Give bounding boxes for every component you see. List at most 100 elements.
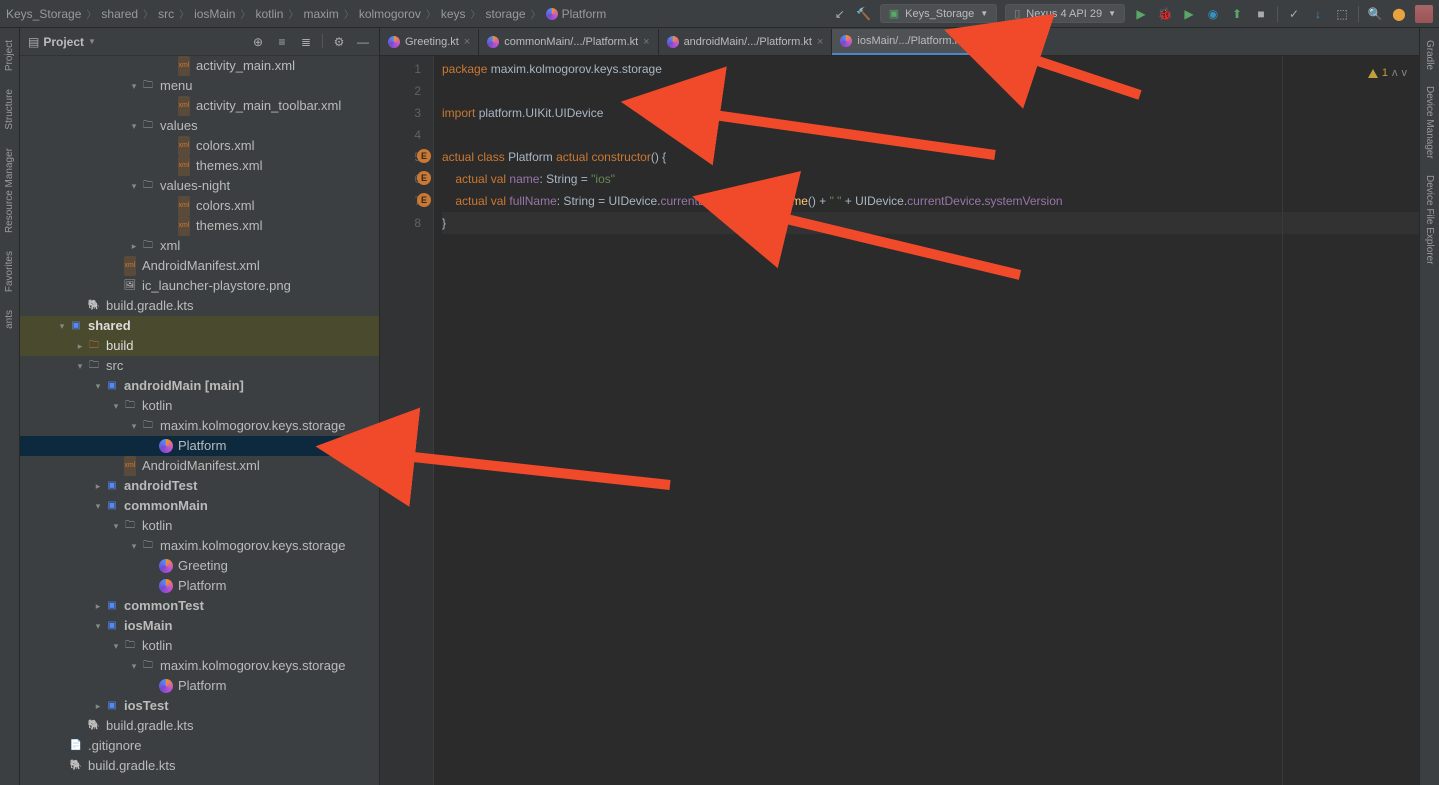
code-area[interactable]: 1 2 3 4 5E 6E 7E 8 package maxim.kolmogo… [380,56,1419,785]
tree-row[interactable]: Platform [20,676,379,696]
tree-row[interactable]: 🐘build.gradle.kts [20,756,379,776]
expand-icon[interactable]: ▸ [92,696,104,716]
expand-icon[interactable]: ▾ [110,396,122,416]
close-icon[interactable]: × [968,35,974,47]
expand-icon[interactable]: ▾ [128,416,140,436]
expand-icon[interactable]: ▾ [92,376,104,396]
hide-icon[interactable]: — [355,34,371,50]
editor-tab[interactable]: androidMain/.../Platform.kt× [659,29,833,55]
expand-icon[interactable]: ▸ [128,236,140,256]
tree-row[interactable]: Platform [20,436,379,456]
rail-tab[interactable]: Project [2,32,17,79]
locate-icon[interactable]: ⊕ [250,34,266,50]
tree-row[interactable]: xmlcolors.xml [20,136,379,156]
update-icon[interactable]: ↓ [1310,6,1326,22]
tree-row[interactable]: xmlactivity_main_toolbar.xml [20,96,379,116]
inspection-indicator[interactable]: 1 ʌ v [1368,62,1407,84]
tree-row[interactable]: Greeting [20,556,379,576]
editor-tab[interactable]: commonMain/.../Platform.kt× [479,29,658,55]
tree-row[interactable]: ▸▣commonTest [20,596,379,616]
run-config-selector[interactable]: ▣ Keys_Storage ▼ [880,4,997,23]
breadcrumb-item[interactable]: src [158,7,174,21]
stop-icon[interactable]: ■ [1253,6,1269,22]
expand-icon[interactable]: ▾ [128,76,140,96]
tree-row[interactable]: ▾▣androidMain [main] [20,376,379,396]
profiler-icon[interactable]: ◉ [1205,6,1221,22]
tree-row[interactable]: ▸▣iosTest [20,696,379,716]
rail-tab[interactable]: Gradle [1422,32,1437,78]
expand-icon[interactable]: ▾ [128,536,140,556]
rail-tab[interactable]: ants [2,302,17,337]
tree-row[interactable]: ▾🗀maxim.kolmogorov.keys.storage [20,656,379,676]
settings-icon[interactable]: ⬤ [1391,6,1407,22]
expand-icon[interactable]: ▾ [110,636,122,656]
rail-tab[interactable]: Favorites [2,243,17,300]
tree-row[interactable]: ▾▣iosMain [20,616,379,636]
coverage-icon[interactable]: ▶ [1181,6,1197,22]
tree-row[interactable]: ▾🗀menu [20,76,379,96]
project-tree[interactable]: xmlactivity_main.xml▾🗀menuxmlactivity_ma… [20,56,379,785]
tree-row[interactable]: 🐘build.gradle.kts [20,716,379,736]
box-icon[interactable]: ⬚ [1334,6,1350,22]
tree-row[interactable]: ▾🗀maxim.kolmogorov.keys.storage [20,416,379,436]
expand-icon[interactable]: ≡ [274,34,290,50]
prev-icon[interactable]: ʌ [1392,62,1398,84]
rail-tab[interactable]: Device File Explorer [1422,167,1437,272]
attach-icon[interactable]: ⬆ [1229,6,1245,22]
tree-row[interactable]: ▾🗀maxim.kolmogorov.keys.storage [20,536,379,556]
expect-badge-icon[interactable]: E [417,149,431,163]
tree-row[interactable]: xmlactivity_main.xml [20,56,379,76]
expand-icon[interactable]: ▾ [74,356,86,376]
chevron-down-icon[interactable]: ▼ [88,37,96,46]
breadcrumb-item[interactable]: Platform [546,7,607,21]
close-icon[interactable]: × [464,36,470,48]
expand-icon[interactable]: ▾ [56,316,68,336]
commit-icon[interactable]: ✓ [1286,6,1302,22]
tree-row[interactable]: 🐘build.gradle.kts [20,296,379,316]
expect-badge-icon[interactable]: E [417,193,431,207]
tree-row[interactable]: Platform [20,576,379,596]
tree-row[interactable]: ▸▣androidTest [20,476,379,496]
breadcrumb-item[interactable]: kotlin [255,7,283,21]
tree-row[interactable]: ▾🗀values-night [20,176,379,196]
expand-icon[interactable]: ▾ [92,496,104,516]
breadcrumb-item[interactable]: kolmogorov [359,7,421,21]
rail-tab[interactable]: Structure [2,81,17,138]
expand-icon[interactable]: ▾ [128,656,140,676]
tree-row[interactable]: ▾🗀values [20,116,379,136]
tree-row[interactable]: ▾▣commonMain [20,496,379,516]
tree-row[interactable]: xmlthemes.xml [20,156,379,176]
tree-row[interactable]: ▸🗀xml [20,236,379,256]
expand-icon[interactable]: ▾ [92,616,104,636]
next-icon[interactable]: v [1402,62,1408,84]
breadcrumb-item[interactable]: iosMain [194,7,235,21]
hammer-icon[interactable]: 🔨 [856,6,872,22]
expand-icon[interactable]: ▸ [74,336,86,356]
search-icon[interactable]: 🔍 [1367,6,1383,22]
breadcrumb-item[interactable]: Keys_Storage [6,7,81,21]
code-content[interactable]: package maxim.kolmogorov.keys.storage im… [434,56,1419,785]
tree-row[interactable]: 🖼ic_launcher-playstore.png [20,276,379,296]
device-selector[interactable]: ▯ Nexus 4 API 29 ▼ [1005,4,1125,23]
tree-row[interactable]: ▾🗀kotlin [20,516,379,536]
tree-row[interactable]: xmlcolors.xml [20,196,379,216]
expand-icon[interactable]: ▾ [128,176,140,196]
debug-icon[interactable]: 🐞 [1157,6,1173,22]
expand-icon[interactable]: ▸ [92,596,104,616]
rail-tab[interactable]: Device Manager [1422,78,1437,167]
tree-row[interactable]: ▾🗀kotlin [20,636,379,656]
expand-icon[interactable]: ▸ [92,476,104,496]
breadcrumb-item[interactable]: maxim [303,7,338,21]
gear-icon[interactable]: ⚙ [331,34,347,50]
editor-tab[interactable]: Greeting.kt× [380,29,479,55]
breadcrumb-item[interactable]: shared [101,7,138,21]
sync-icon[interactable]: ↙ [832,6,848,22]
tree-row[interactable]: ▾🗀kotlin [20,396,379,416]
close-icon[interactable]: × [817,36,823,48]
expand-icon[interactable]: ▾ [110,516,122,536]
tree-row[interactable]: ▾🗀src [20,356,379,376]
tree-row[interactable]: xmlAndroidManifest.xml [20,256,379,276]
expand-icon[interactable]: ▾ [128,116,140,136]
tree-row[interactable]: ▾▣shared [20,316,379,336]
expect-badge-icon[interactable]: E [417,171,431,185]
